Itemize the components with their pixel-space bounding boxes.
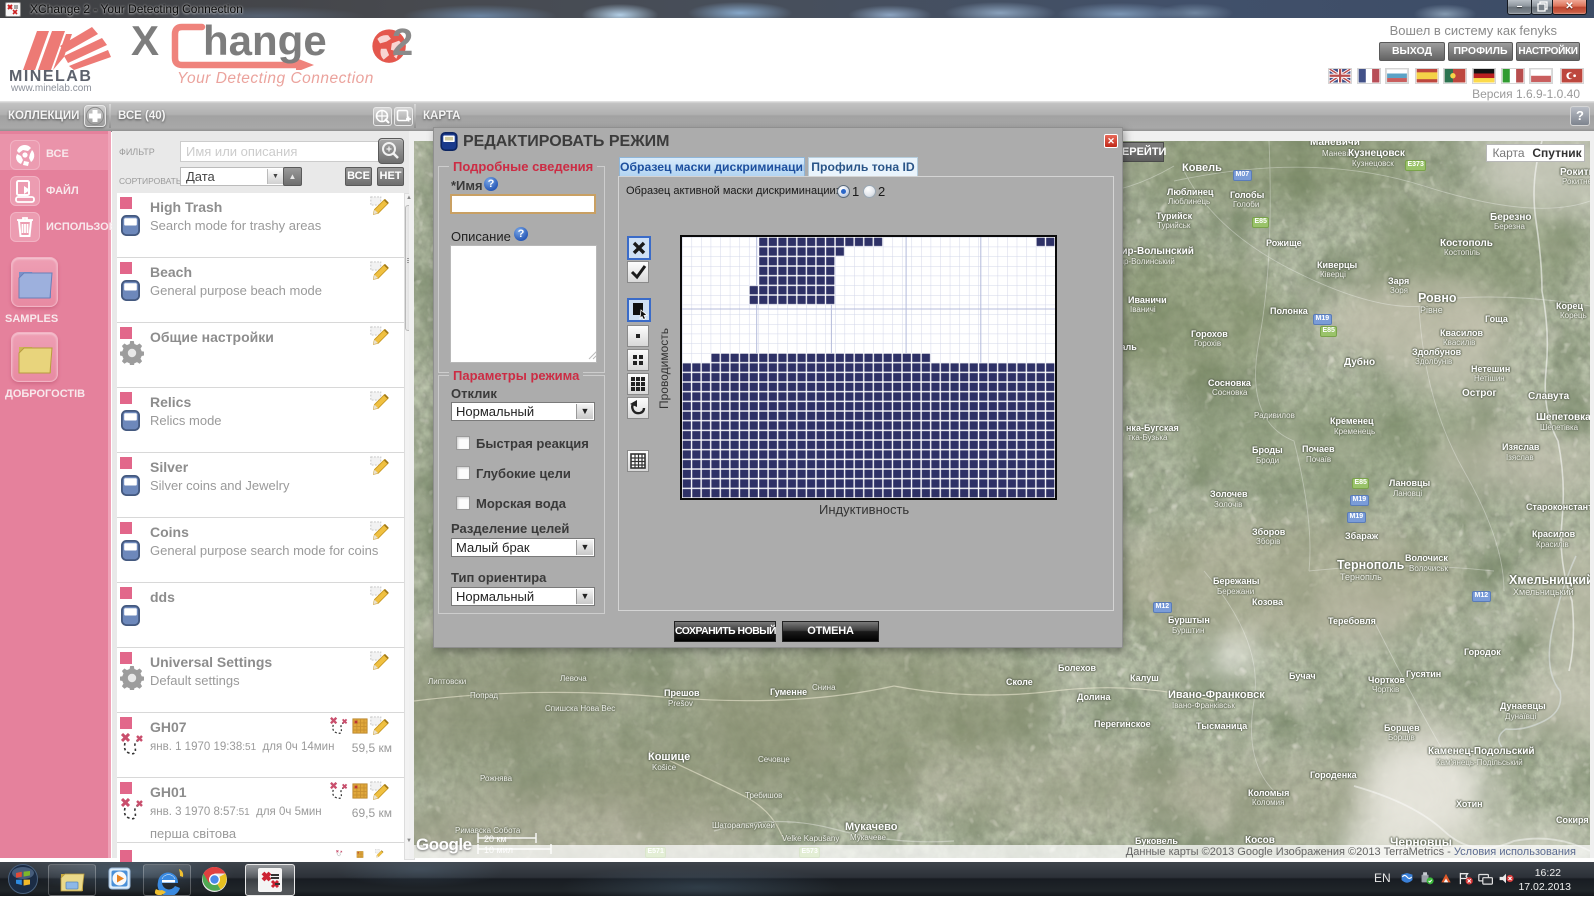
svg-text:20 км: 20 км (484, 834, 507, 844)
svg-text:10 мил: 10 мил (484, 845, 513, 855)
